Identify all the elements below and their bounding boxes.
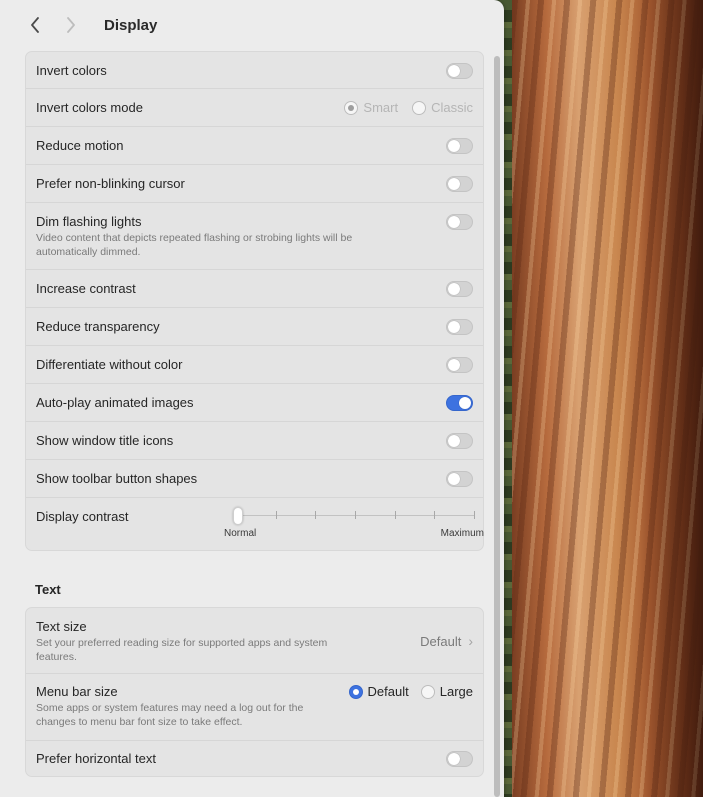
chevron-left-icon	[31, 17, 39, 33]
prefer-non-blinking-cursor-toggle[interactable]	[446, 176, 473, 192]
reduce-motion-toggle[interactable]	[446, 138, 473, 154]
chevron-right-icon: ›	[468, 633, 473, 649]
increase-contrast-toggle[interactable]	[446, 281, 473, 297]
radio-unselected-icon	[420, 684, 435, 699]
show-window-title-icons-toggle[interactable]	[446, 433, 473, 449]
slider-tick	[276, 511, 277, 519]
invert-mode-classic-radio[interactable]: Classic	[412, 100, 473, 115]
radio-selected-icon	[344, 100, 359, 115]
row-invert-colors: Invert colors	[26, 52, 483, 89]
slider-min-label: Normal	[224, 528, 257, 539]
menu-bar-size-default-radio[interactable]: Default	[348, 684, 409, 699]
invert-colors-label: Invert colors	[36, 63, 107, 78]
menu-bar-size-large-radio[interactable]: Large	[420, 684, 473, 699]
prefer-horizontal-text-label: Prefer horizontal text	[36, 751, 156, 766]
display-settings-group: Invert colors Invert colors mode Smart Clas…	[25, 51, 484, 551]
row-dim-flashing-lights: Dim flashing lights Video content that de…	[26, 203, 483, 270]
row-invert-colors-mode: Invert colors mode Smart Classic	[26, 89, 483, 127]
toggle-knob	[448, 321, 460, 333]
reduce-transparency-toggle[interactable]	[446, 319, 473, 335]
slider-tick	[434, 511, 435, 519]
toggle-knob	[448, 178, 460, 190]
scrollbar-thumb[interactable]	[494, 56, 500, 797]
text-size-label: Text size	[36, 619, 87, 634]
text-size-value-text: Default	[420, 633, 462, 649]
forward-button[interactable]	[58, 12, 84, 38]
row-increase-contrast: Increase contrast	[26, 270, 483, 308]
dim-flashing-lights-toggle[interactable]	[446, 214, 473, 230]
dim-flashing-lights-description: Video content that depicts repeated flas…	[36, 232, 353, 258]
row-display-contrast: Display contrast Normal Maximum	[26, 498, 484, 550]
prefer-horizontal-text-row: Prefer horizontal text	[26, 741, 483, 777]
reduce-motion-label: Reduce motion	[36, 138, 124, 153]
dim-flashing-lights-label: Dim flashing lights	[36, 214, 142, 229]
scrollbar[interactable]	[491, 52, 502, 797]
row-show-window-title-icons: Show window title icons	[26, 422, 483, 460]
toggle-knob	[448, 435, 460, 447]
reduce-transparency-label: Reduce transparency	[36, 319, 160, 334]
row-differentiate-without-color: Differentiate without color	[26, 346, 483, 384]
radio-label: Large	[439, 684, 473, 699]
radio-selected-icon	[348, 684, 363, 699]
invert-colors-toggle[interactable]	[446, 63, 473, 79]
prefer-horizontal-text-toggle[interactable]	[446, 751, 473, 767]
invert-mode-smart-radio[interactable]: Smart	[344, 100, 398, 115]
toggle-knob	[459, 397, 471, 409]
auto-play-animated-images-toggle[interactable]	[446, 395, 473, 411]
slider-tick	[395, 511, 396, 519]
page-title: Display	[104, 16, 158, 34]
chevron-right-icon	[67, 17, 75, 33]
row-reduce-motion: Reduce motion	[26, 127, 483, 165]
text-size-description: Set your preferred reading size for supp…	[36, 637, 328, 663]
toggle-knob	[448, 753, 460, 765]
slider-knob[interactable]	[233, 507, 243, 525]
text-size-row[interactable]: Text size Set your preferred reading siz…	[26, 608, 483, 674]
slider-tick	[315, 511, 316, 519]
toggle-knob	[448, 216, 460, 228]
toggle-knob	[448, 65, 460, 77]
radio-label: Default	[367, 684, 409, 699]
text-size-value[interactable]: Default ›	[420, 633, 473, 649]
row-prefer-non-blinking-cursor: Prefer non-blinking cursor	[26, 165, 483, 203]
menu-bar-size-description: Some apps or system features may need a …	[36, 702, 304, 728]
toggle-knob	[448, 140, 460, 152]
radio-unselected-icon	[412, 100, 427, 115]
prefer-non-blinking-cursor-label: Prefer non-blinking cursor	[36, 176, 185, 191]
row-reduce-transparency: Reduce transparency	[26, 308, 483, 346]
toggle-knob	[448, 283, 460, 295]
slider-tick	[355, 511, 356, 519]
increase-contrast-label: Increase contrast	[36, 281, 136, 296]
text-section-heading: Text	[35, 582, 61, 597]
row-auto-play-animated-images: Auto-play animated images	[26, 384, 483, 422]
text-settings-group: Text size Set your preferred reading siz…	[25, 607, 484, 777]
differentiate-without-color-toggle[interactable]	[446, 357, 473, 373]
differentiate-without-color-label: Differentiate without color	[36, 357, 183, 372]
toggle-knob	[448, 359, 460, 371]
row-show-toolbar-button-shapes: Show toolbar button shapes	[26, 460, 483, 498]
back-button[interactable]	[22, 12, 48, 38]
trunk-shadow	[640, 0, 703, 797]
radio-label: Classic	[431, 100, 473, 115]
slider-tick	[474, 511, 475, 519]
show-toolbar-button-shapes-toggle[interactable]	[446, 471, 473, 487]
show-toolbar-button-shapes-label: Show toolbar button shapes	[36, 471, 198, 486]
title-bar: Display	[0, 0, 504, 50]
settings-window: Display Invert colors Invert colors mode S…	[0, 0, 504, 797]
display-contrast-slider[interactable]: Normal Maximum	[224, 507, 484, 540]
menu-bar-size-row: Menu bar size Some apps or system featur…	[26, 674, 483, 741]
show-window-title-icons-label: Show window title icons	[36, 433, 174, 448]
auto-play-animated-images-label: Auto-play animated images	[36, 395, 194, 410]
toggle-knob	[448, 473, 460, 485]
slider-max-label: Maximum	[440, 528, 484, 539]
radio-label: Smart	[363, 100, 399, 115]
